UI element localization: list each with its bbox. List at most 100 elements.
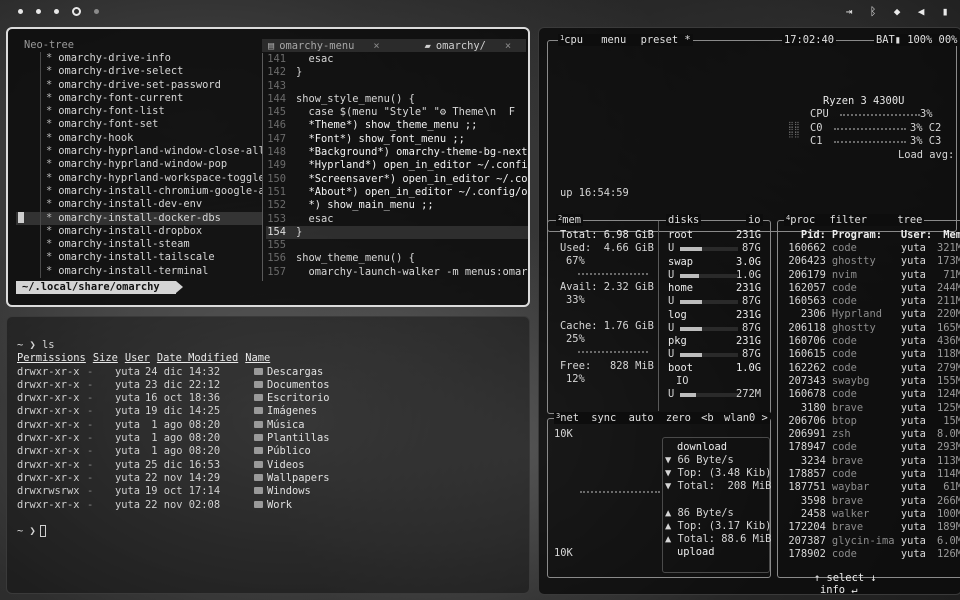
net-zero[interactable]: zero <box>666 412 691 424</box>
btop-window[interactable]: 1cpu menu preset * 17:02:40 BAT▮ 100% 00… <box>538 27 960 595</box>
process-row[interactable]: 206423 ghostty yuta 173M <box>782 255 960 268</box>
code-line[interactable]: 151 *About*) open_in_editor ~/.config/o <box>266 186 528 199</box>
code-line[interactable]: 154} <box>266 225 528 240</box>
tree-item[interactable]: * omarchy-install-terminal <box>16 264 262 279</box>
entry-name[interactable]: Documentos <box>254 379 330 392</box>
process-row[interactable]: 206179 nvim yuta 71M <box>782 269 960 282</box>
code-line[interactable]: 146 *Theme*) show_theme_menu ;; <box>266 119 528 132</box>
code-line[interactable]: 156 show_theme_menu() { <box>266 252 528 265</box>
code-line[interactable]: 157 omarchy-launch-walker -m menus:omar <box>266 266 528 279</box>
code-line[interactable]: 155 <box>266 239 528 252</box>
process-row[interactable]: 160563 code yuta 211M <box>782 295 960 308</box>
process-row[interactable]: 206118 ghostty yuta 165M <box>782 322 960 335</box>
tree-item[interactable]: * omarchy-install-chromium-google-a <box>16 184 262 199</box>
entry-name[interactable]: Windows <box>254 485 311 498</box>
entry-name[interactable]: Wallpapers <box>254 472 330 485</box>
buffer-tab[interactable]: ▤ omarchy-menu × <box>262 39 386 52</box>
code-line[interactable]: 145 case $(menu "Style" "⚙ Theme\n F <box>266 106 528 119</box>
entry-name[interactable]: Música <box>254 419 305 432</box>
process-row[interactable]: 2458 walker yuta 100M <box>782 508 960 521</box>
process-row[interactable]: 160678 code yuta 124M <box>782 388 960 401</box>
tree-item[interactable]: * omarchy-install-docker-dbs <box>16 211 262 225</box>
wifi-icon[interactable]: ◆ <box>892 5 902 18</box>
terminal-window[interactable]: ~ ❯ ls Permissions Size User Date Modified N… <box>6 316 530 594</box>
entry-name[interactable]: Público <box>254 445 311 458</box>
code-line[interactable]: 150 *Screensaver*) open_in_editor ~/.co <box>266 173 528 186</box>
buffer-tab[interactable]: ▰ omarchy/ × <box>414 39 518 52</box>
bluetooth-icon[interactable]: ᛒ <box>868 5 878 18</box>
tree-item[interactable]: * omarchy-hyprland-window-pop <box>16 158 262 172</box>
code-line[interactable]: 141 esac <box>266 53 528 66</box>
tree-item[interactable]: * omarchy-install-steam <box>16 238 262 252</box>
process-row[interactable]: 206991 zsh yuta 8.0M <box>782 428 960 441</box>
tree-item[interactable]: * omarchy-font-list <box>16 105 262 119</box>
process-row[interactable]: 3180 brave yuta 125M <box>782 402 960 415</box>
info-hint[interactable]: info ↵ <box>820 584 858 594</box>
preset-tab[interactable]: preset * <box>641 34 691 46</box>
tree-item[interactable]: * omarchy-drive-info <box>16 52 262 66</box>
process-row[interactable]: 178857 code yuta 114M <box>782 468 960 481</box>
entry-name[interactable]: Descargas <box>254 366 323 379</box>
process-row[interactable]: 207343 swaybg yuta 155M <box>782 375 960 388</box>
code-line[interactable]: 153 esac <box>266 213 528 226</box>
code-line[interactable]: 143 <box>266 80 528 93</box>
entry-name[interactable]: Work <box>254 499 292 512</box>
tree-item[interactable]: * omarchy-hook <box>16 131 262 146</box>
process-row[interactable]: 162262 code yuta 279M <box>782 362 960 375</box>
workspace-2[interactable] <box>36 8 41 14</box>
code-line[interactable]: 144 show_style_menu() { <box>266 93 528 106</box>
process-row[interactable]: 187751 waybar yuta 61M <box>782 481 960 494</box>
entry-name[interactable]: Videos <box>254 459 305 472</box>
neovim-window[interactable]: Neo-tree * omarchy-drive-info * omarchy-dri… <box>6 27 530 307</box>
workspace-4[interactable] <box>72 6 81 16</box>
tree-item[interactable]: * omarchy-hyprland-workspace-toggle <box>16 171 262 185</box>
process-row[interactable]: 160706 code yuta 436M <box>782 335 960 348</box>
net-sync[interactable]: sync <box>591 412 616 424</box>
code-editor[interactable]: 141 esac 142} 143 144 show_style_menu() {145… <box>266 53 528 283</box>
close-icon[interactable]: × <box>373 40 379 52</box>
volume-icon[interactable]: ◀ <box>916 5 926 18</box>
process-row[interactable]: 160615 code yuta 118M <box>782 348 960 361</box>
proc-tree-toggle[interactable]: tree <box>897 214 922 226</box>
code-line[interactable]: 147 *Font*) show_font_menu ;; <box>266 133 528 146</box>
code-line[interactable]: 148 *Background*) omarchy-theme-bg-next <box>266 146 528 159</box>
tree-item[interactable]: * omarchy-font-set <box>16 118 262 132</box>
workspace-1[interactable] <box>18 8 23 14</box>
entry-name[interactable]: Imágenes <box>254 405 317 418</box>
process-row[interactable]: 160662 code yuta 321M <box>782 242 960 255</box>
code-line[interactable]: 152 *) show_main_menu ;; <box>266 199 528 212</box>
proc-filter[interactable]: filter <box>830 214 868 226</box>
net-auto[interactable]: auto <box>629 412 654 424</box>
process-row[interactable]: 206706 btop yuta 15M <box>782 415 960 428</box>
code-line[interactable]: 142} <box>266 66 528 79</box>
tree-item[interactable]: * omarchy-hyprland-window-close-all <box>16 145 262 159</box>
workspace-3[interactable] <box>54 8 59 14</box>
process-row[interactable]: 172204 brave yuta 189M <box>782 521 960 534</box>
menu-tab[interactable]: menu <box>601 34 626 46</box>
workspace-5[interactable] <box>94 8 99 14</box>
io-toggle[interactable]: io <box>746 214 763 226</box>
tree-item[interactable]: * omarchy-install-dropbox <box>16 224 262 239</box>
tree-item[interactable]: * omarchy-drive-select <box>16 65 262 79</box>
process-row[interactable]: 2306 Hyprland yuta 220M <box>782 308 960 321</box>
tree-item[interactable]: * omarchy-install-dev-env <box>16 198 262 212</box>
code-line[interactable]: 149 *Hyprland*) open_in_editor ~/.confi <box>266 159 528 172</box>
close-icon[interactable]: × <box>505 40 511 52</box>
battery-icon[interactable]: ▮ <box>940 5 950 18</box>
net-prev[interactable]: <b <box>701 412 714 424</box>
tree-item[interactable]: * omarchy-font-current <box>16 91 262 106</box>
process-row[interactable]: 207387 glycin-ima yuta 6.0M <box>782 535 960 548</box>
net-next[interactable]: > <box>761 412 767 424</box>
tree-item[interactable]: * omarchy-drive-set-password <box>16 78 262 92</box>
process-row[interactable]: 3234 brave yuta 113M <box>782 455 960 468</box>
entry-name[interactable]: Escritorio <box>254 392 330 405</box>
cpu-tab[interactable]: cpu <box>564 34 583 46</box>
process-row[interactable]: 3598 brave yuta 266M <box>782 495 960 508</box>
tree-item[interactable]: * omarchy-install-tailscale <box>16 251 262 265</box>
select-hint[interactable]: ↑ select ↓ <box>814 572 877 584</box>
process-row[interactable]: 162057 code yuta 244M <box>782 282 960 295</box>
entry-name[interactable]: Plantillas <box>254 432 330 445</box>
logout-icon[interactable]: ⇥ <box>844 5 854 18</box>
process-row[interactable]: 178947 code yuta 293M <box>782 441 960 454</box>
prompt-current[interactable]: ~ ❯ <box>17 525 517 538</box>
